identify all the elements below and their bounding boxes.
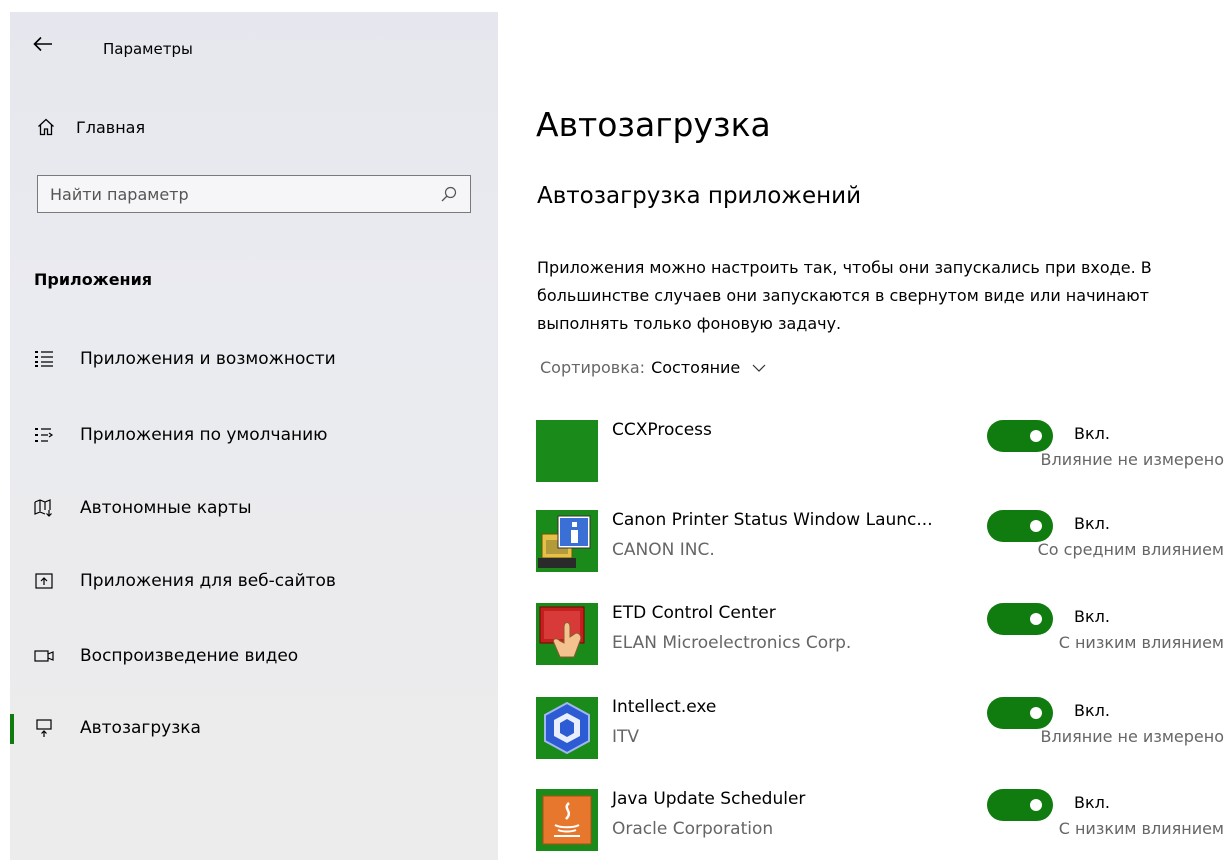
startup-app-row: Canon Printer Status Window Launc... CAN… [536, 510, 1224, 576]
app-publisher: Oracle Corporation [612, 819, 774, 839]
section-subtitle: Автозагрузка приложений [537, 183, 862, 209]
sidebar-item-label: Приложения по умолчанию [80, 425, 328, 445]
sidebar-item-video-playback[interactable]: Воспроизведение видео [10, 636, 498, 676]
toggle-knob [1030, 799, 1042, 811]
sidebar-item-apps-features[interactable]: Приложения и возможности [10, 339, 498, 379]
startup-toggle[interactable] [987, 697, 1053, 729]
toggle-knob [1030, 520, 1042, 532]
toggle-state: Вкл. [1074, 514, 1110, 533]
back-arrow-icon [33, 36, 52, 52]
startup-impact: Влияние не измерено [1040, 727, 1224, 746]
video-playback-icon [34, 650, 54, 662]
default-apps-icon [35, 428, 54, 442]
active-indicator [10, 714, 14, 744]
startup-toggle[interactable] [987, 603, 1053, 635]
app-name: Canon Printer Status Window Launc... [612, 510, 933, 530]
startup-impact: С низким влиянием [1058, 819, 1224, 838]
startup-app-row: Intellect.exe ITV Вкл. Влияние не измере… [536, 697, 1224, 763]
startup-app-row: Java Update Scheduler Oracle Corporation… [536, 789, 1224, 855]
toggle-state: Вкл. [1074, 701, 1110, 720]
app-name: Java Update Scheduler [612, 789, 806, 809]
search-icon[interactable] [440, 185, 458, 203]
intellect-icon [536, 697, 598, 759]
sort-dropdown[interactable]: Сортировка: Состояние [540, 358, 766, 377]
sidebar-item-label: Воспроизведение видео [80, 646, 299, 666]
toggle-knob [1030, 430, 1042, 442]
toggle-state: Вкл. [1074, 793, 1110, 812]
startup-toggle[interactable] [987, 420, 1053, 452]
sidebar-item-startup[interactable]: Автозагрузка [10, 708, 498, 748]
app-publisher: CANON INC. [612, 540, 715, 560]
etd-touchpad-icon [536, 603, 598, 665]
page-title: Автозагрузка [536, 105, 771, 144]
search-box[interactable] [37, 175, 471, 213]
sidebar-item-default-apps[interactable]: Приложения по умолчанию [10, 415, 498, 455]
toggle-state: Вкл. [1074, 424, 1110, 443]
app-name: CCXProcess [612, 420, 712, 440]
sidebar: Параметры Главная Приложения Приложения … [10, 12, 498, 860]
startup-toggle[interactable] [987, 510, 1053, 542]
description-text: Приложения можно настроить так, чтобы он… [537, 258, 1152, 333]
toggle-knob [1030, 613, 1042, 625]
sidebar-item-label: Приложения и возможности [80, 349, 336, 369]
startup-app-row: CCXProcess Вкл. Влияние не измерено [536, 420, 1224, 486]
home-icon [38, 118, 54, 136]
ccxprocess-icon [536, 420, 598, 482]
startup-impact: Влияние не измерено [1040, 450, 1224, 469]
startup-impact: С низким влиянием [1058, 633, 1224, 652]
app-name: Intellect.exe [612, 697, 717, 717]
back-button[interactable] [32, 32, 54, 56]
sort-value: Состояние [651, 358, 741, 377]
toggle-state: Вкл. [1074, 607, 1110, 626]
section-title: Приложения [34, 270, 153, 289]
startup-app-row: ETD Control Center ELAN Microelectronics… [536, 603, 1224, 669]
sidebar-item-label: Автономные карты [80, 498, 252, 518]
sidebar-item-label: Приложения для веб-сайтов [80, 571, 336, 591]
startup-icon [36, 719, 52, 737]
sidebar-item-label: Автозагрузка [80, 718, 201, 738]
sidebar-item-offline-maps[interactable]: Автономные карты [10, 488, 498, 528]
sort-label: Сортировка: [540, 358, 646, 377]
toggle-knob [1030, 707, 1042, 719]
offline-maps-icon [34, 499, 52, 517]
java-icon [536, 789, 598, 851]
window-title: Параметры [103, 40, 193, 58]
app-publisher: ITV [612, 727, 640, 747]
startup-toggle[interactable] [987, 789, 1053, 821]
home-nav-item[interactable]: Главная [36, 117, 145, 137]
app-name: ETD Control Center [612, 603, 776, 623]
apps-websites-icon [35, 573, 53, 589]
canon-printer-icon [536, 510, 598, 572]
startup-impact: Со средним влиянием [1037, 540, 1224, 559]
chevron-down-icon [752, 364, 766, 372]
app-publisher: ELAN Microelectronics Corp. [612, 633, 852, 653]
apps-features-icon [35, 351, 53, 367]
search-input[interactable] [50, 184, 410, 204]
sidebar-item-apps-websites[interactable]: Приложения для веб-сайтов [10, 561, 498, 601]
home-label: Главная [76, 117, 146, 137]
